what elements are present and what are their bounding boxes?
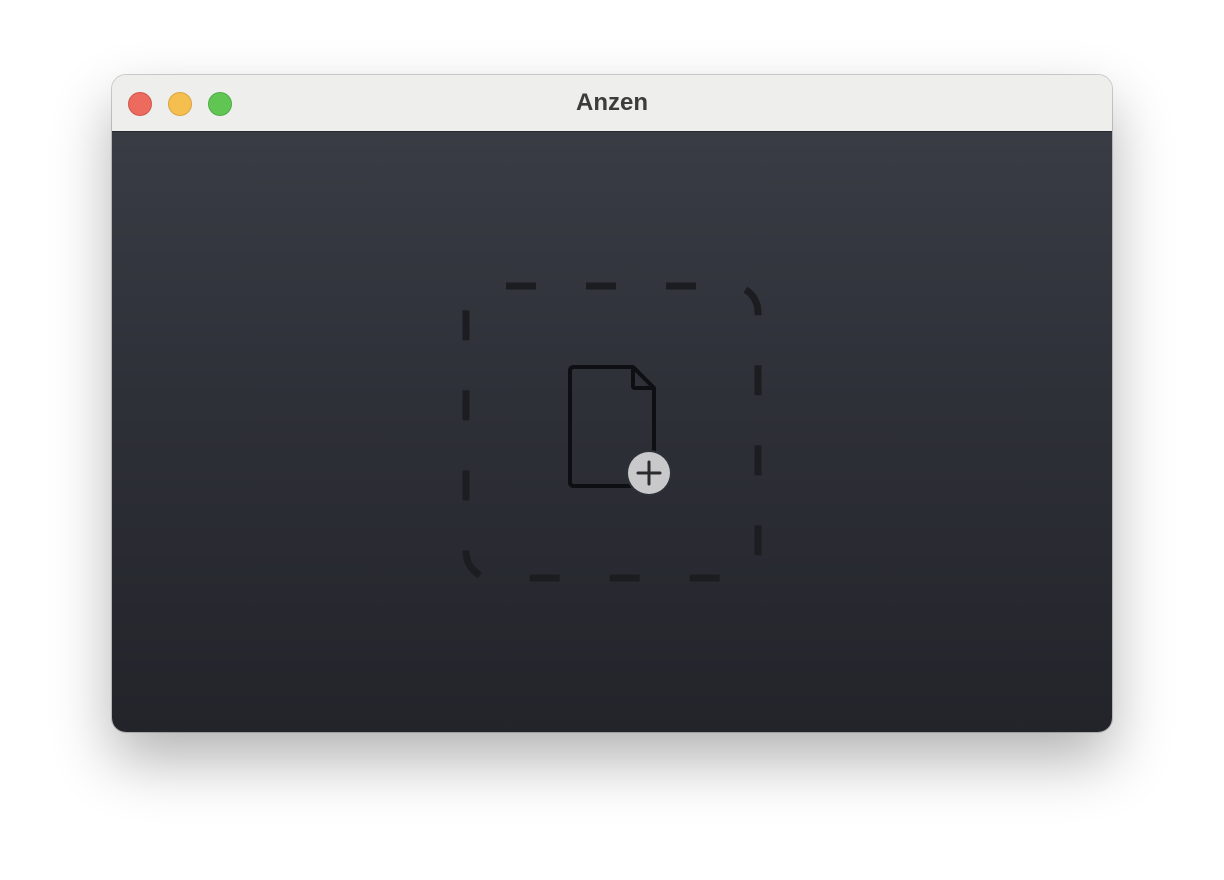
plus-circle-icon (626, 450, 672, 496)
app-window: Anzen (112, 75, 1112, 732)
window-title: Anzen (576, 89, 648, 116)
drop-zone-graphic (462, 282, 762, 582)
file-drop-zone[interactable] (460, 280, 764, 584)
dashed-border (462, 282, 762, 582)
title-bar[interactable]: Anzen (112, 75, 1112, 132)
main-content (112, 132, 1112, 732)
